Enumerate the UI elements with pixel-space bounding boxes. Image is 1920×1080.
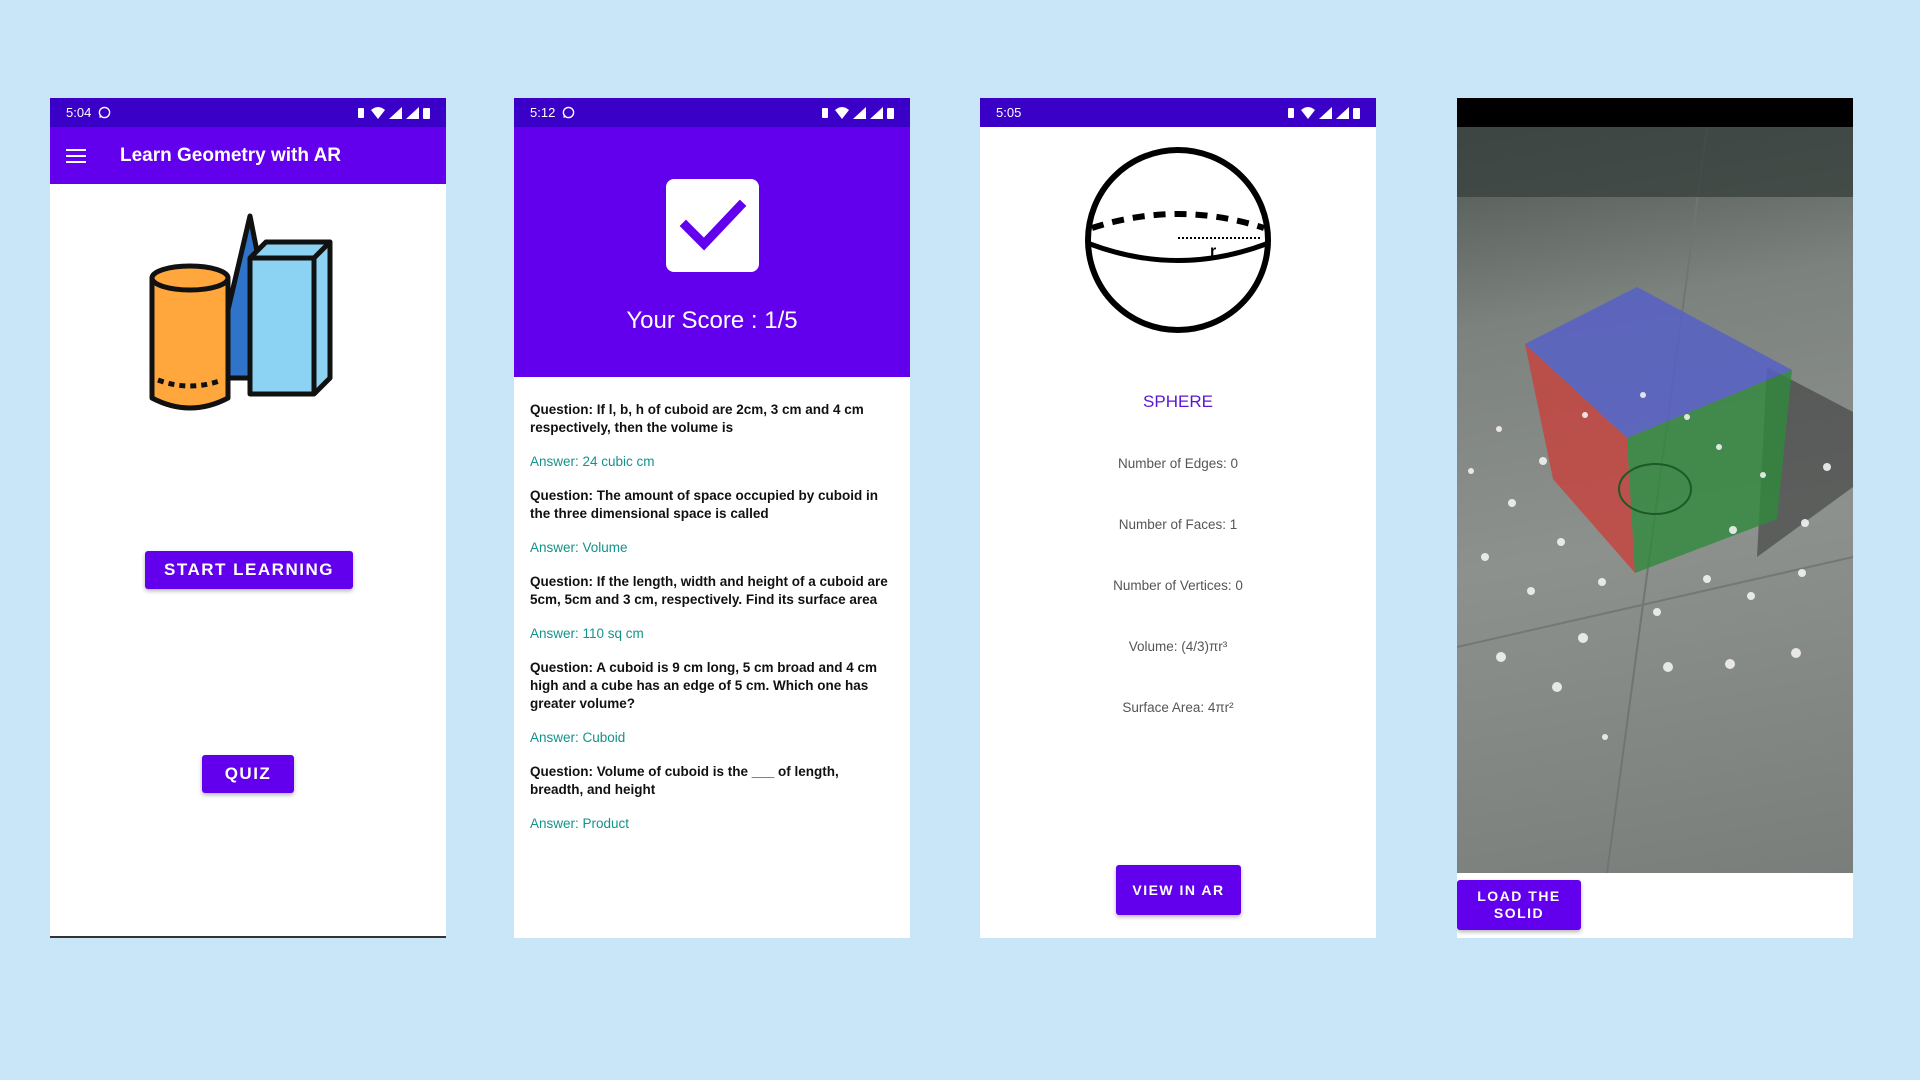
whatsapp-icon	[563, 106, 575, 119]
edges-count: Number of Edges: 0	[1117, 456, 1239, 471]
question-text: Question: If the length, width and heigh…	[530, 574, 888, 607]
status-bar	[1457, 98, 1853, 127]
shape-detail-screen: 5:05 r SPHERE Number of Edges: 0 Number …	[980, 98, 1376, 938]
shape-name: SPHERE	[1143, 392, 1213, 411]
load-solid-button[interactable]: LOAD THE SOLID	[1457, 880, 1581, 930]
signal-icon	[1319, 106, 1332, 119]
start-learning-button[interactable]: START LEARNING	[145, 551, 353, 589]
vibrate-icon	[1288, 107, 1294, 118]
app-bar: Learn Geometry with AR	[50, 127, 446, 184]
wifi-icon	[1301, 106, 1315, 119]
answer-text: Answer: 110 sq cm	[530, 626, 644, 641]
signal-icon-2	[1336, 106, 1349, 119]
wifi-icon	[835, 106, 849, 119]
status-icons	[819, 106, 894, 119]
answer-text: Answer: 24 cubic cm	[530, 454, 655, 469]
quiz-button[interactable]: QUIZ	[202, 755, 294, 793]
volume-formula: Volume: (4/3)πr³	[1128, 639, 1228, 654]
battery-icon	[423, 107, 430, 119]
status-time: 5:12	[530, 105, 556, 120]
status-bar: 5:12	[514, 98, 910, 127]
vibrate-icon	[822, 107, 828, 118]
home-screen: 5:04 Learn Geometry with AR START LEARNI…	[50, 98, 446, 938]
vertices-count: Number of Vertices: 0	[1113, 578, 1243, 593]
battery-icon	[887, 107, 894, 119]
ar-view-screen: LOAD THE SOLID	[1457, 98, 1853, 938]
menu-icon[interactable]	[66, 144, 90, 168]
sphere-illustration: r	[1085, 147, 1271, 333]
battery-icon	[1353, 107, 1360, 119]
qa-list: Question: If l, b, h of cuboid are 2cm, …	[514, 377, 910, 833]
checkmark-icon	[666, 179, 759, 272]
signal-icon	[853, 106, 866, 119]
quiz-result-screen: 5:12 Your Score : 1/5 Question: If l, b,…	[514, 98, 910, 938]
load-solid-label-line2: SOLID	[1493, 905, 1545, 921]
signal-icon	[389, 106, 402, 119]
load-solid-label-line1: LOAD THE	[1477, 888, 1561, 904]
status-bar: 5:05	[980, 98, 1376, 127]
question-text: Question: Volume of cuboid is the ___ of…	[530, 764, 839, 797]
ar-camera-view[interactable]	[1457, 127, 1853, 873]
score-header: Your Score : 1/5	[514, 127, 910, 377]
answer-text: Answer: Product	[530, 816, 630, 831]
status-bar: 5:04	[50, 98, 446, 127]
radius-label: r	[1210, 243, 1216, 260]
signal-icon-2	[406, 106, 419, 119]
wifi-icon	[371, 106, 385, 119]
signal-icon-2	[870, 106, 883, 119]
answer-text: Answer: Volume	[530, 540, 628, 555]
question-text: Question: If l, b, h of cuboid are 2cm, …	[530, 402, 864, 435]
faces-count: Number of Faces: 1	[1118, 517, 1238, 532]
answer-text: Answer: Cuboid	[530, 730, 626, 745]
score-text: Your Score : 1/5	[626, 307, 798, 334]
status-time: 5:04	[66, 105, 92, 120]
status-icons	[355, 106, 430, 119]
divider	[50, 936, 446, 938]
geometry-shapes-illustration	[149, 213, 333, 411]
view-in-ar-button[interactable]: VIEW IN AR	[1116, 865, 1241, 915]
ar-scene	[1457, 127, 1853, 873]
status-time: 5:05	[996, 105, 1022, 120]
question-text: Question: A cuboid is 9 cm long, 5 cm br…	[530, 660, 878, 711]
app-title: Learn Geometry with AR	[120, 144, 342, 166]
status-icons	[1285, 106, 1360, 119]
whatsapp-icon	[99, 106, 111, 119]
question-text: Question: The amount of space occupied b…	[530, 488, 879, 521]
surface-area-formula: Surface Area: 4πr²	[1122, 700, 1234, 715]
vibrate-icon	[358, 107, 364, 118]
